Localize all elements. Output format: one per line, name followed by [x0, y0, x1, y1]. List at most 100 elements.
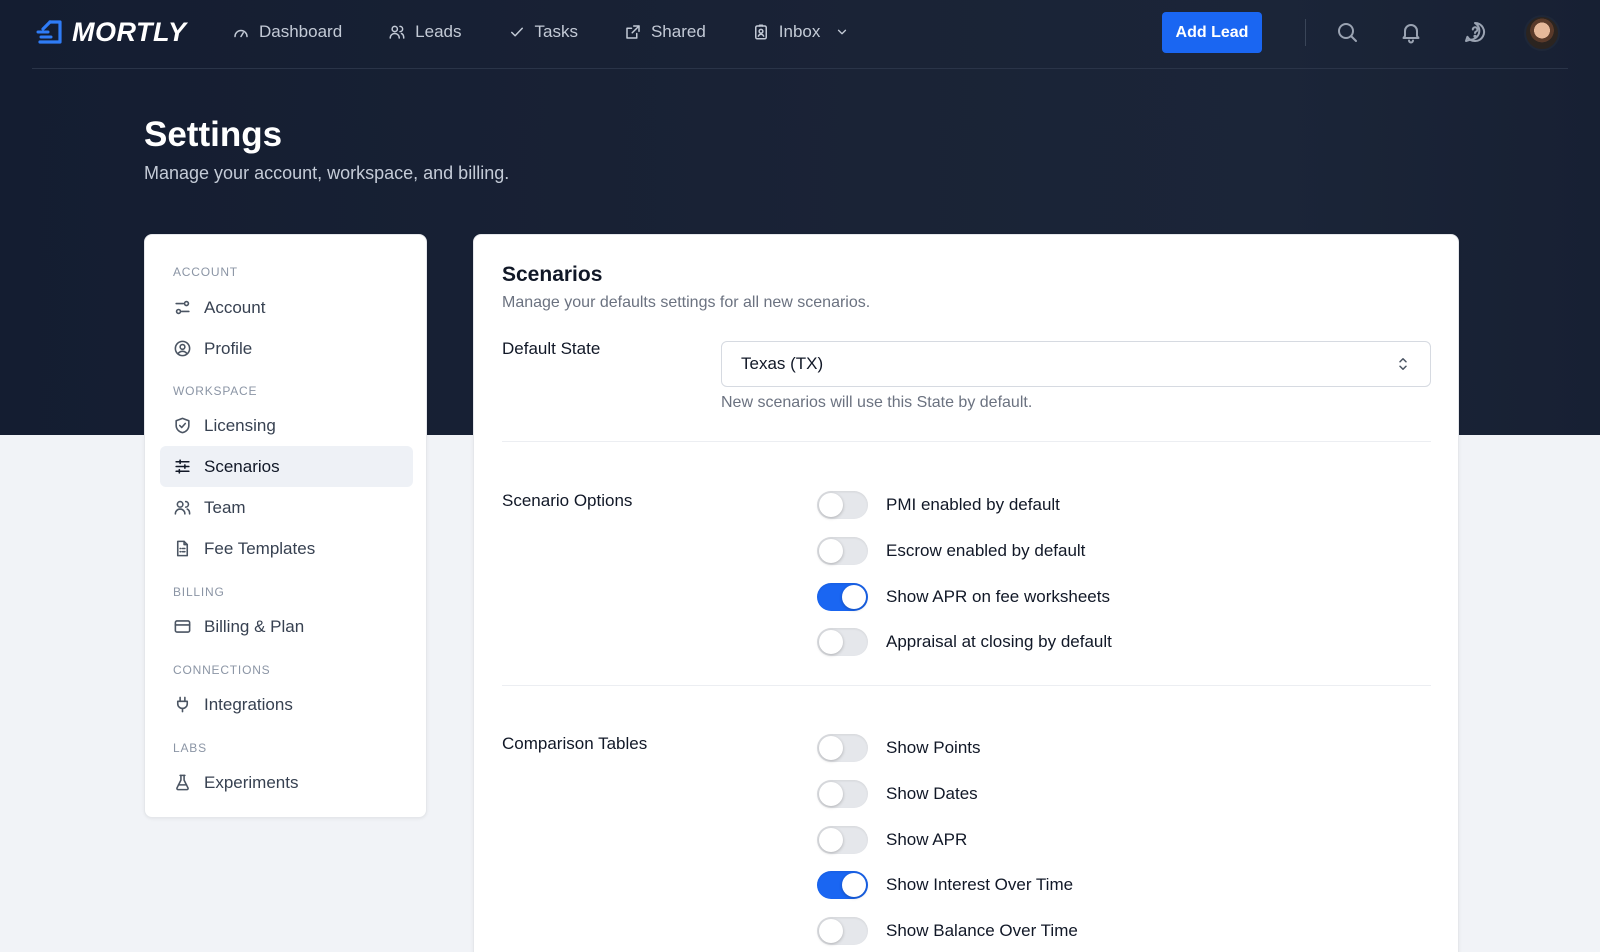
- sidebar-item-label: Experiments: [204, 772, 299, 792]
- show-dates-toggle[interactable]: [817, 780, 868, 808]
- plug-icon: [176, 696, 189, 713]
- nav-inbox-label: Inbox: [778, 22, 821, 41]
- toggle-label: Show APR: [886, 830, 968, 849]
- sidebar-item-billing-plan[interactable]: Billing & Plan: [160, 606, 413, 647]
- comparison-tables-label: Comparison Tables: [502, 734, 648, 753]
- section-label-account: ACCOUNT: [173, 265, 238, 279]
- user-avatar[interactable]: [1524, 15, 1560, 51]
- chevron-down-icon: [838, 29, 847, 35]
- scenarios-settings-card: Scenarios Manage your defaults settings …: [473, 234, 1459, 952]
- nav-divider: [1305, 19, 1306, 46]
- page-subtitle: Manage your account, workspace, and bill…: [144, 163, 510, 183]
- toggle-label: Show Dates: [886, 784, 978, 803]
- bell-icon[interactable]: [1399, 20, 1423, 44]
- nav-tasks-label: Tasks: [534, 22, 578, 41]
- toggle-row-pmi: PMI enabled by default: [817, 490, 1060, 520]
- default-state-select[interactable]: Texas (TX): [721, 341, 1431, 387]
- add-lead-button[interactable]: Add Lead: [1162, 12, 1262, 53]
- section-label-workspace: WORKSPACE: [173, 384, 258, 398]
- sidebar-item-account[interactable]: Account: [160, 287, 413, 328]
- sidebar-item-licensing[interactable]: Licensing: [160, 405, 413, 446]
- toggle-row-show-interest-over-time: Show Interest Over Time: [817, 870, 1073, 900]
- nav-shared[interactable]: Shared: [624, 22, 706, 42]
- sliders-icon: [175, 300, 190, 315]
- external-link-icon: [626, 25, 640, 39]
- user-circle-icon: [174, 340, 191, 357]
- toggle-label: Show Points: [886, 738, 981, 757]
- toggle-row-appraisal-at-closing: Appraisal at closing by default: [817, 627, 1112, 657]
- inbox-badge-icon: [754, 24, 767, 40]
- show-apr-toggle[interactable]: [817, 826, 868, 854]
- sidebar-item-label: Fee Templates: [204, 538, 316, 558]
- toggle-row-show-dates: Show Dates: [817, 779, 978, 809]
- section-divider: [502, 441, 1431, 442]
- sidebar-item-profile[interactable]: Profile: [160, 328, 413, 369]
- card-description: Manage your defaults settings for all ne…: [502, 294, 871, 311]
- help-circle-icon[interactable]: [1463, 20, 1487, 44]
- nav-tasks[interactable]: Tasks: [508, 22, 578, 42]
- users-icon: [389, 25, 405, 39]
- toggle-row-show-balance-over-time: Show Balance Over Time: [817, 916, 1078, 946]
- nav-dashboard[interactable]: Dashboard: [232, 22, 342, 42]
- sidebar-item-label: Integrations: [204, 694, 293, 714]
- app-name: MORTLY: [72, 16, 187, 47]
- sidebar-item-label: Team: [204, 497, 246, 517]
- default-state-hint: New scenarios will use this State by def…: [721, 394, 1033, 411]
- toggle-row-show-apr: Show APR: [817, 825, 967, 855]
- show-balance-over-time-toggle[interactable]: [817, 917, 868, 945]
- section-label-billing: BILLING: [173, 585, 225, 599]
- sidebar-item-experiments[interactable]: Experiments: [160, 762, 413, 803]
- nav-inbox[interactable]: Inbox: [752, 22, 850, 42]
- main-nav: Dashboard Leads Tasks Shared Inbox: [232, 18, 895, 46]
- section-label-connections: CONNECTIONS: [173, 663, 271, 677]
- toggle-label: PMI enabled by default: [886, 495, 1060, 514]
- gauge-icon: [234, 29, 248, 38]
- show-apr-fee-worksheets-toggle[interactable]: [817, 583, 868, 611]
- nav-shared-label: Shared: [650, 22, 706, 41]
- appraisal-at-closing-toggle[interactable]: [817, 628, 868, 656]
- credit-card-icon: [174, 620, 191, 633]
- settings-sidebar: ACCOUNT Account Profile WORKSPACE Licens…: [144, 234, 427, 818]
- sidebar-item-label: Profile: [204, 338, 253, 358]
- page-title: Settings: [144, 115, 283, 154]
- sidebar-item-scenarios[interactable]: Scenarios: [160, 446, 413, 487]
- chevron-up-down-icon: [1399, 358, 1407, 370]
- sidebar-item-label: Billing & Plan: [204, 616, 305, 636]
- card-title: Scenarios: [502, 263, 603, 286]
- default-state-value: Texas (TX): [741, 354, 824, 373]
- toggle-row-show-points: Show Points: [817, 733, 981, 763]
- default-state-label: Default State: [502, 339, 601, 358]
- show-interest-over-time-toggle[interactable]: [817, 871, 868, 899]
- pmi-toggle[interactable]: [817, 491, 868, 519]
- toggle-label: Appraisal at closing by default: [886, 632, 1112, 651]
- section-label-labs: LABS: [173, 741, 207, 755]
- sidebar-item-fee-templates[interactable]: Fee Templates: [160, 528, 413, 569]
- adjustments-icon: [175, 459, 190, 474]
- nav-leads[interactable]: Leads: [388, 22, 462, 42]
- sidebar-item-label: Scenarios: [204, 456, 280, 476]
- sidebar-item-label: Licensing: [204, 415, 276, 435]
- show-points-toggle[interactable]: [817, 734, 868, 762]
- toggle-label: Escrow enabled by default: [886, 541, 1086, 560]
- toggle-row-escrow: Escrow enabled by default: [817, 536, 1085, 566]
- logo[interactable]: MORTLY: [36, 16, 187, 48]
- check-icon: [510, 27, 523, 37]
- users-icon: [174, 500, 191, 515]
- shield-check-icon: [175, 417, 190, 434]
- escrow-toggle[interactable]: [817, 537, 868, 565]
- sidebar-item-integrations[interactable]: Integrations: [160, 684, 413, 725]
- scenario-options-label: Scenario Options: [502, 491, 633, 510]
- flask-icon: [176, 774, 189, 791]
- sidebar-item-team[interactable]: Team: [160, 487, 413, 528]
- section-divider: [502, 685, 1431, 686]
- toggle-label: Show Balance Over Time: [886, 921, 1078, 940]
- toggle-label: Show Interest Over Time: [886, 875, 1074, 894]
- top-navigation: MORTLY Dashboard Leads Tasks Shared Inbo…: [32, 0, 1568, 69]
- toggle-row-show-apr-fee-worksheets: Show APR on fee worksheets: [817, 582, 1110, 612]
- nav-leads-label: Leads: [415, 22, 462, 41]
- mortly-logo-icon: [36, 20, 62, 44]
- search-icon[interactable]: [1335, 20, 1359, 44]
- sidebar-item-label: Account: [204, 297, 266, 317]
- document-icon: [176, 540, 189, 557]
- toggle-label: Show APR on fee worksheets: [886, 587, 1110, 606]
